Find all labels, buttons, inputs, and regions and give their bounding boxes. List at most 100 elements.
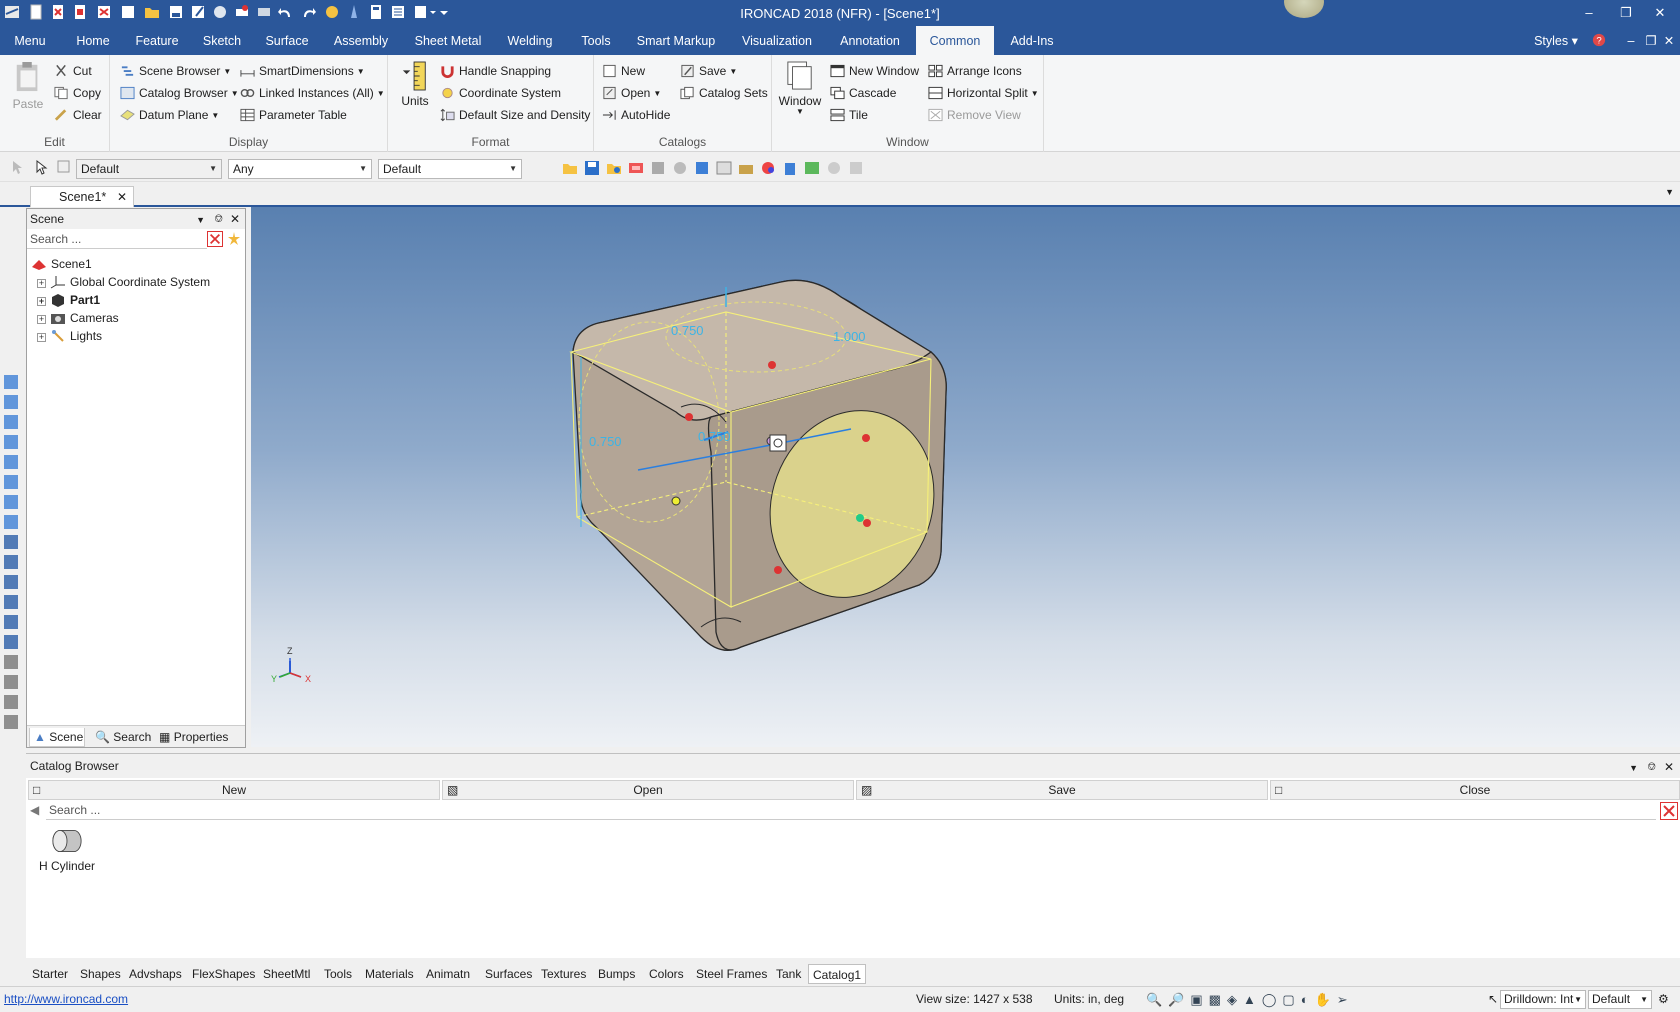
tile-button[interactable]: Tile bbox=[830, 105, 868, 125]
restore-button[interactable]: ❐ bbox=[1613, 3, 1639, 23]
tab-visualization[interactable]: Visualization bbox=[736, 26, 818, 55]
redo-icon[interactable] bbox=[300, 4, 316, 20]
catalog-new-button[interactable]: □ New bbox=[28, 780, 440, 800]
tab-tools[interactable]: Tools bbox=[572, 26, 620, 55]
undo-icon[interactable] bbox=[278, 4, 294, 20]
cone-tool-icon[interactable] bbox=[4, 415, 18, 429]
open-folder-icon[interactable] bbox=[562, 160, 578, 176]
sphere-tool-icon[interactable] bbox=[4, 435, 18, 449]
grid-icon[interactable] bbox=[716, 160, 732, 176]
hole-tool-icon[interactable] bbox=[4, 635, 18, 649]
tree-node-cameras[interactable]: + Cameras bbox=[31, 309, 210, 327]
scene-search-input[interactable]: Search ... bbox=[27, 229, 207, 249]
slot-tool-icon[interactable] bbox=[4, 655, 18, 669]
tab-annotation[interactable]: Annotation bbox=[832, 26, 908, 55]
mdi-close-icon[interactable]: ✕ bbox=[1662, 26, 1676, 55]
catalog-back-icon[interactable]: ◀ bbox=[30, 803, 39, 817]
lighting-icon[interactable]: ◐ bbox=[1301, 992, 1315, 1007]
catalog-tab-textures[interactable]: Textures bbox=[541, 964, 586, 984]
scene-browser-button[interactable]: Scene Browser ▼ bbox=[120, 61, 231, 81]
print-icon[interactable] bbox=[234, 4, 250, 20]
windows-dropdown-icon[interactable] bbox=[414, 4, 438, 20]
open-icon[interactable] bbox=[144, 4, 160, 20]
tab-sketch[interactable]: Sketch bbox=[196, 26, 248, 55]
doc-tab-scene1[interactable]: Scene1* ✕ bbox=[30, 186, 134, 207]
catalog-tab-animatn[interactable]: Animatn bbox=[426, 964, 470, 984]
view-tools-strip[interactable]: 🔍🔎▣▩◈▲◯▢◐✋➢ bbox=[1146, 992, 1354, 1008]
chamfer-tool-icon[interactable] bbox=[4, 615, 18, 629]
select-part-icon[interactable] bbox=[56, 159, 72, 175]
catalog-save-button-bar[interactable]: ▨ Save bbox=[856, 780, 1268, 800]
sweep-tool-icon[interactable] bbox=[4, 535, 18, 549]
datum-plane-button[interactable]: Datum Plane ▼ bbox=[120, 105, 219, 125]
catalog-tab-catalog1[interactable]: Catalog1 bbox=[808, 964, 867, 984]
triball-anchor-icon[interactable] bbox=[769, 434, 787, 452]
catalog-tab-colors[interactable]: Colors bbox=[649, 964, 684, 984]
catalog-save-button[interactable]: Save ▼ bbox=[680, 61, 737, 81]
mdi-minimize-icon[interactable]: – bbox=[1624, 26, 1638, 55]
print-preview-icon[interactable] bbox=[256, 4, 272, 20]
panel-tab-properties[interactable]: ▦ Properties bbox=[155, 728, 228, 747]
linked-instances-button[interactable]: Linked Instances (All) ▼ bbox=[240, 83, 385, 103]
copy-button[interactable]: Copy bbox=[54, 83, 101, 103]
scene-state-combo[interactable]: Default ▼ bbox=[76, 159, 222, 179]
zoom-icon[interactable]: 🔍 bbox=[1146, 992, 1168, 1007]
catalog-tab-advshaps[interactable]: Advshaps bbox=[129, 964, 182, 984]
window-button[interactable]: Window ▼ bbox=[778, 61, 822, 116]
view-orient-icon[interactable]: ▣ bbox=[1190, 992, 1208, 1007]
camera-icon[interactable] bbox=[738, 160, 754, 176]
tab-sheet-metal[interactable]: Sheet Metal bbox=[408, 26, 488, 55]
catalog-pin-icon[interactable]: ⎊ bbox=[1647, 755, 1656, 779]
import-icon[interactable] bbox=[628, 160, 644, 176]
style-combo[interactable]: Default ▼ bbox=[378, 159, 522, 179]
styles-menu[interactable]: Styles ▾ bbox=[1534, 26, 1578, 55]
clear-search-icon[interactable] bbox=[207, 231, 223, 247]
extrude-tool-icon[interactable] bbox=[4, 495, 18, 509]
tab-smart-markup[interactable]: Smart Markup bbox=[632, 26, 720, 55]
tree-node-lights[interactable]: + Lights bbox=[31, 327, 210, 345]
handle-red-center[interactable] bbox=[863, 519, 871, 527]
catalog-tab-bumps[interactable]: Bumps bbox=[598, 964, 635, 984]
glasses-icon[interactable]: ◯ bbox=[1262, 992, 1283, 1007]
parameter-table-button[interactable]: Parameter Table bbox=[240, 105, 347, 125]
panel-close-icon[interactable]: ✕ bbox=[230, 209, 240, 229]
part-gray-icon[interactable] bbox=[672, 160, 688, 176]
new-drawing-icon[interactable] bbox=[72, 4, 88, 20]
handle-yellow[interactable] bbox=[671, 496, 681, 506]
blend-tool-icon[interactable] bbox=[4, 595, 18, 609]
spin-tool-icon[interactable] bbox=[4, 515, 18, 529]
render-sphere-icon[interactable] bbox=[760, 160, 776, 176]
new-file-icon[interactable] bbox=[28, 4, 44, 20]
catalog-item-h-cylinder[interactable]: H Cylinder bbox=[32, 826, 102, 873]
pin-icon[interactable]: ⎊ bbox=[214, 209, 223, 229]
catalog-close-icon[interactable]: ✕ bbox=[1664, 755, 1674, 779]
clear-button[interactable]: Clear bbox=[54, 105, 102, 125]
catalog-tab-sheetmtl[interactable]: SheetMtl bbox=[263, 964, 310, 984]
shape-blue-icon[interactable] bbox=[694, 160, 710, 176]
dim-left[interactable]: 0.750 bbox=[589, 434, 622, 449]
catalog-tab-shapes[interactable]: Shapes bbox=[80, 964, 121, 984]
loft-tool-icon[interactable] bbox=[4, 555, 18, 569]
doc-tab-dropdown-icon[interactable]: ▼ bbox=[1665, 187, 1674, 197]
pointer-mode-icon[interactable]: ↖ bbox=[1488, 992, 1498, 1006]
close-button[interactable]: ✕ bbox=[1647, 3, 1673, 23]
handle-red-left[interactable] bbox=[685, 413, 693, 421]
catalog-tab-starter[interactable]: Starter bbox=[32, 964, 68, 984]
cylinder-tool-icon[interactable] bbox=[4, 395, 18, 409]
expand-icon[interactable]: + bbox=[37, 297, 46, 306]
panel-tab-scene[interactable]: ▲ Scene bbox=[29, 728, 85, 747]
dim-top-left[interactable]: 0.750 bbox=[671, 323, 704, 338]
export-icon[interactable] bbox=[212, 4, 228, 20]
render-mode-icon[interactable]: ▲ bbox=[1243, 992, 1262, 1007]
tree-node-scene1[interactable]: Scene1 bbox=[31, 255, 210, 273]
filter-combo[interactable]: Any ▼ bbox=[228, 159, 372, 179]
pattern-tool-icon[interactable] bbox=[4, 675, 18, 689]
mdi-restore-icon[interactable]: ❐ bbox=[1644, 26, 1658, 55]
new-window-button[interactable]: New Window bbox=[830, 61, 919, 81]
coordinate-system-button[interactable]: Coordinate System bbox=[440, 83, 561, 103]
ironcad-link[interactable]: http://www.ironcad.com bbox=[4, 992, 128, 1006]
tab-welding[interactable]: Welding bbox=[500, 26, 560, 55]
catalog-search-input[interactable]: Search ... bbox=[46, 800, 1656, 820]
tab-feature[interactable]: Feature bbox=[128, 26, 186, 55]
tab-assembly[interactable]: Assembly bbox=[328, 26, 394, 55]
